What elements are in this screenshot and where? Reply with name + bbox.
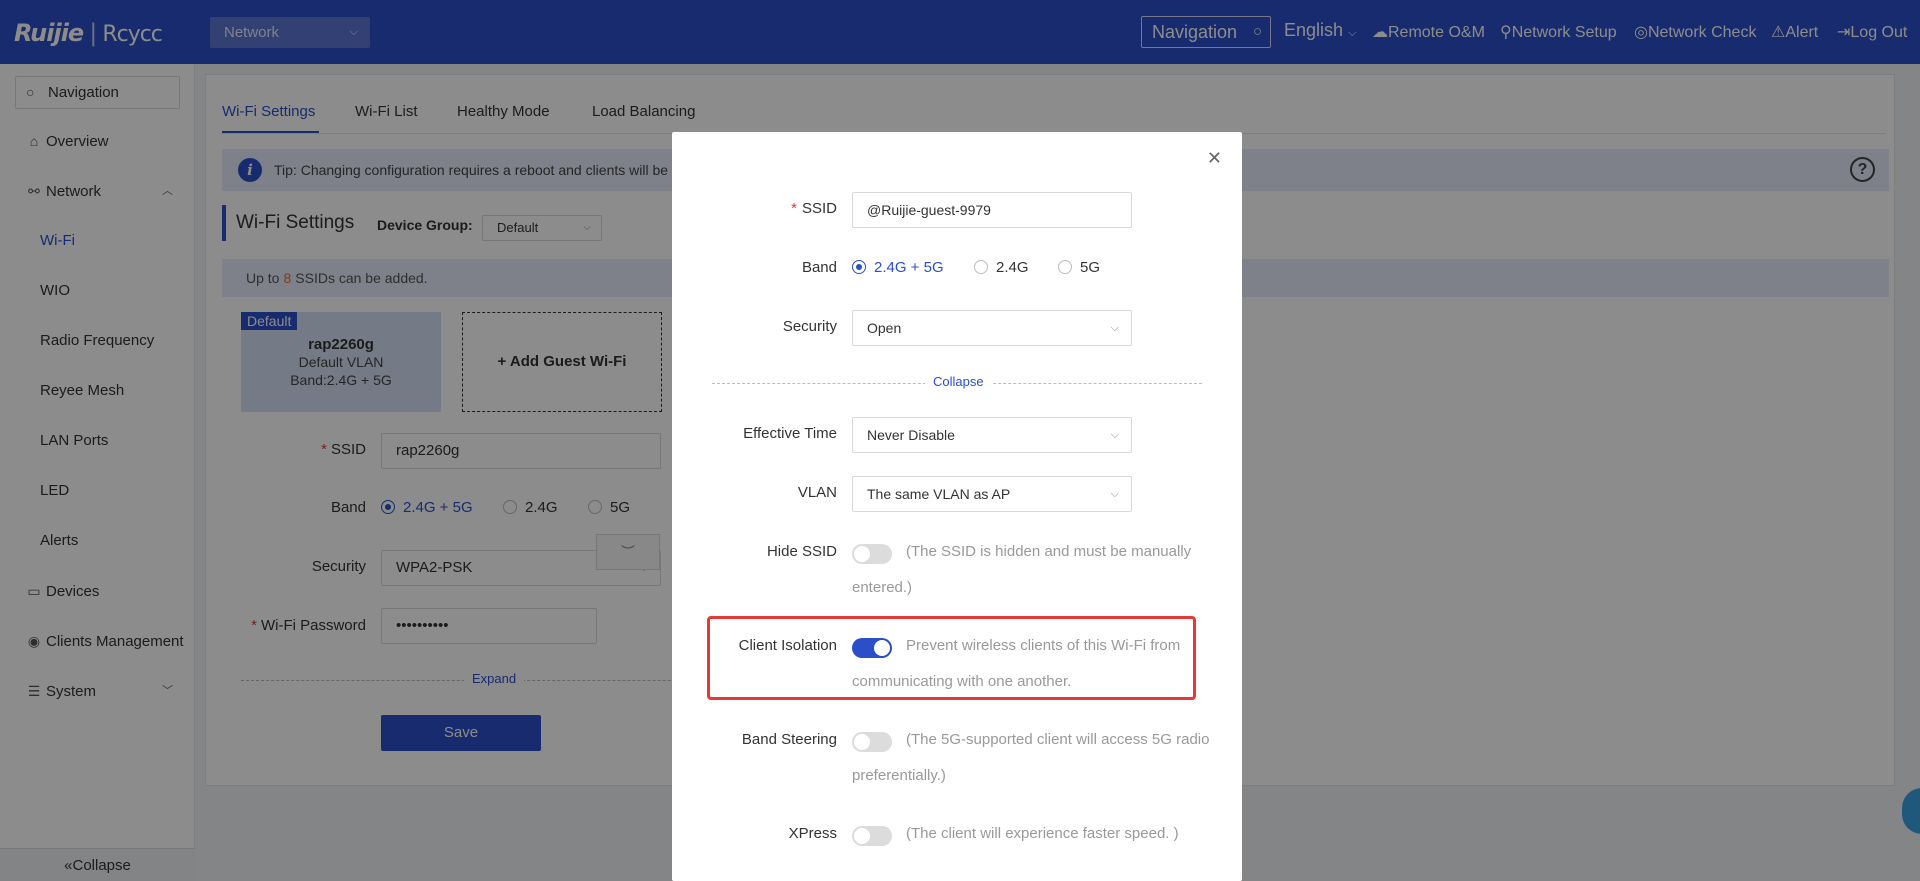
chevron-down-icon: ⌵ (1110, 322, 1119, 334)
vlan-label: VLAN (797, 484, 837, 501)
effective-time-select[interactable]: Never Disable ⌵ (852, 417, 1132, 453)
modal-band-radio-5g[interactable]: 5G (1058, 259, 1100, 276)
modal-security-select[interactable]: Open ⌵ (852, 310, 1132, 346)
modal-band-radio-2g[interactable]: 2.4G (974, 259, 1029, 276)
hide-ssid-label: Hide SSID (766, 543, 837, 560)
modal-collapse-link[interactable]: Collapse (925, 374, 992, 389)
modal-security-label: Security (782, 318, 837, 335)
modal-ssid-input[interactable]: @Ruijie-guest-9979 (852, 192, 1132, 228)
hide-ssid-desc: (The SSID is hidden and must be manually… (852, 543, 1192, 596)
close-icon[interactable]: ✕ (1207, 148, 1222, 169)
effective-time-label: Effective Time (743, 425, 837, 442)
modal-band-radio-dual[interactable]: 2.4G + 5G (852, 259, 944, 276)
xpress-desc: (The client will experience faster speed… (906, 825, 1179, 842)
vlan-select[interactable]: The same VLAN as AP ⌵ (852, 476, 1132, 512)
band-steering-desc: (The 5G-supported client will access 5G … (852, 731, 1210, 784)
client-isolation-highlight (707, 616, 1196, 700)
band-steering-label: Band Steering (741, 731, 837, 748)
modal-ssid-label: * SSID (791, 200, 837, 217)
chevron-down-icon: ⌵ (1110, 429, 1119, 441)
xpress-label: XPress (788, 825, 837, 842)
modal-band-label: Band (801, 259, 837, 276)
guest-wifi-modal: ✕ * SSID @Ruijie-guest-9979 Band 2.4G + 5… (672, 132, 1242, 881)
chevron-down-icon: ⌵ (1110, 488, 1119, 500)
